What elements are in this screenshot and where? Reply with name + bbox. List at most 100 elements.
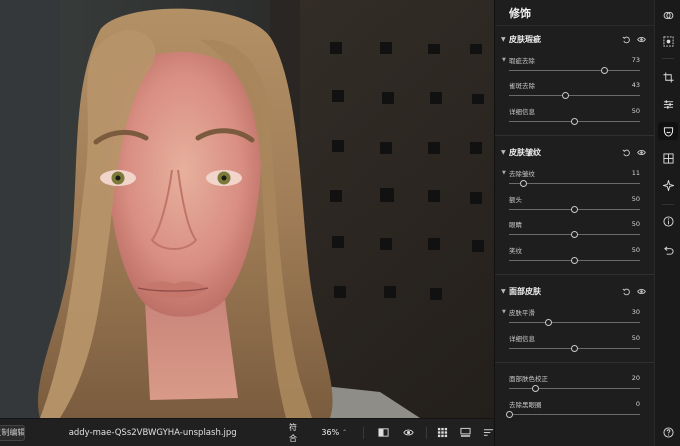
slider-control[interactable]: 详细信息 50	[495, 103, 654, 129]
section-divider	[495, 361, 654, 363]
slider-track[interactable]	[509, 66, 640, 74]
eye-toggle-icon[interactable]	[636, 34, 646, 44]
slider-knob[interactable]	[505, 410, 513, 418]
reset-icon[interactable]	[621, 287, 631, 297]
slider-track[interactable]	[509, 344, 640, 352]
slider-track[interactable]	[509, 256, 640, 264]
slider-value[interactable]: 20	[632, 374, 640, 382]
eye-toggle-icon[interactable]	[636, 148, 646, 158]
slider-knob[interactable]	[571, 205, 578, 213]
slider-knob[interactable]	[531, 385, 539, 392]
toolbar-divider	[363, 426, 365, 439]
slider-track[interactable]	[509, 319, 640, 327]
slider-label-text: 去除皱纹	[508, 170, 535, 178]
slider-control[interactable]: ▼ 瑕疵去除 73	[495, 52, 654, 78]
reset-icon[interactable]	[621, 34, 631, 44]
slider-track[interactable]	[509, 117, 640, 125]
slider-track[interactable]	[509, 92, 640, 100]
caret-down-icon[interactable]: ▼	[502, 309, 506, 315]
slider-label-text: 额头	[509, 195, 522, 204]
slider-knob[interactable]	[601, 66, 609, 74]
grid-icon[interactable]	[661, 151, 675, 165]
slider-label: 去除黑眼圈	[509, 399, 542, 409]
slider-label-text: 皮肤平滑	[508, 309, 535, 317]
caret-down-icon[interactable]: ▼	[502, 57, 506, 63]
caret-down-icon[interactable]: ▼	[502, 170, 506, 176]
grid-view-icon[interactable]	[437, 427, 448, 439]
slider-control[interactable]: 额头 50	[495, 191, 654, 217]
help-icon[interactable]	[661, 425, 675, 439]
slider-control[interactable]: 雀斑去除 43	[495, 78, 654, 104]
selection-icon[interactable]	[661, 34, 675, 48]
slider-label: ▼ 去除皱纹	[502, 168, 535, 178]
bottom-toolbar: 复制编辑 addy-mae-QSs2VBWGYHA-unsplash.jpg 符…	[0, 418, 494, 446]
caret-down-icon[interactable]: ▼	[501, 288, 509, 295]
retouch-face-icon[interactable]	[658, 122, 678, 140]
layers-icon[interactable]	[661, 8, 675, 22]
slider-label-text: 去除黑眼圈	[509, 400, 542, 409]
slider-value[interactable]: 50	[632, 220, 640, 228]
eye-preview-icon[interactable]	[403, 427, 414, 439]
slider-line	[509, 183, 640, 184]
slider-value[interactable]: 73	[632, 56, 640, 64]
slider-value[interactable]: 43	[632, 81, 640, 89]
slider-track[interactable]	[509, 205, 640, 213]
info-icon[interactable]	[661, 214, 675, 228]
slider-knob[interactable]	[571, 256, 578, 264]
slider-label: ▼ 瑕疵去除	[502, 55, 535, 65]
slider-knob[interactable]	[561, 92, 569, 99]
slider-track[interactable]	[509, 385, 640, 393]
crop-icon[interactable]	[661, 70, 675, 84]
slider-control[interactable]: ▼ 去除皱纹 11	[495, 166, 654, 192]
slider-control[interactable]: ▼ 皮肤平滑 30	[495, 305, 654, 331]
slider-value[interactable]: 50	[632, 107, 640, 115]
panel-section: ▼ 皮肤瑕疵 ▼ 瑕疵去除 73 雀斑去除 43 详细信息 50	[495, 26, 654, 136]
undo-icon[interactable]	[661, 243, 675, 257]
slider-value[interactable]: 0	[636, 400, 640, 408]
slider-label: 眼睛	[509, 219, 522, 229]
sort-icon[interactable]	[483, 427, 494, 439]
section-header[interactable]: ▼ 皮肤瑕疵	[495, 26, 654, 52]
zoom-dropdown[interactable]: 36% ⌃	[321, 428, 347, 437]
slider-line	[509, 69, 640, 71]
slider-control[interactable]: 去除黑眼圈 0	[495, 396, 654, 422]
photo-canvas[interactable]	[0, 0, 494, 418]
slider-knob[interactable]	[544, 319, 552, 326]
copy-edits-button[interactable]: 复制编辑	[0, 424, 25, 441]
slider-value[interactable]: 50	[632, 246, 640, 254]
magic-icon[interactable]	[661, 178, 675, 192]
slider-control[interactable]: 笑纹 50	[495, 242, 654, 268]
slider-knob[interactable]	[519, 180, 527, 187]
panel-title: 修饰	[495, 0, 654, 26]
slider-control[interactable]: 眼睛 50	[495, 217, 654, 243]
slider-value[interactable]: 50	[632, 195, 640, 203]
compare-view-icon[interactable]	[378, 427, 389, 439]
slider-label: 额头	[509, 194, 522, 204]
slider-label: 面部肤色校正	[509, 373, 548, 383]
slider-label: 详细信息	[509, 106, 535, 116]
slider-knob[interactable]	[571, 344, 578, 352]
slider-value[interactable]: 11	[632, 169, 640, 177]
caret-down-icon[interactable]: ▼	[501, 149, 509, 156]
slider-value[interactable]: 30	[632, 308, 640, 316]
slider-track[interactable]	[509, 180, 640, 188]
caret-down-icon[interactable]: ▼	[501, 36, 509, 43]
section-header[interactable]: ▼ 面部皮肤	[495, 279, 654, 305]
slider-line	[509, 413, 640, 415]
fit-zoom-button[interactable]: 符合	[289, 422, 303, 444]
slider-track[interactable]	[509, 231, 640, 239]
slider-value[interactable]: 50	[632, 334, 640, 342]
reset-icon[interactable]	[621, 148, 631, 158]
slider-control[interactable]: 面部肤色校正 20	[495, 371, 654, 397]
section-title: 面部皮肤	[509, 287, 541, 296]
slider-knob[interactable]	[571, 117, 578, 125]
portrait-photo	[0, 0, 494, 418]
slider-knob[interactable]	[571, 231, 578, 238]
adjust-sliders-icon[interactable]	[661, 97, 675, 111]
slider-line	[509, 95, 640, 96]
slider-track[interactable]	[505, 410, 640, 418]
filmstrip-view-icon[interactable]	[460, 427, 471, 439]
section-header[interactable]: ▼ 皮肤皱纹	[495, 140, 654, 166]
slider-control[interactable]: 详细信息 50	[495, 330, 654, 356]
eye-toggle-icon[interactable]	[636, 287, 646, 297]
